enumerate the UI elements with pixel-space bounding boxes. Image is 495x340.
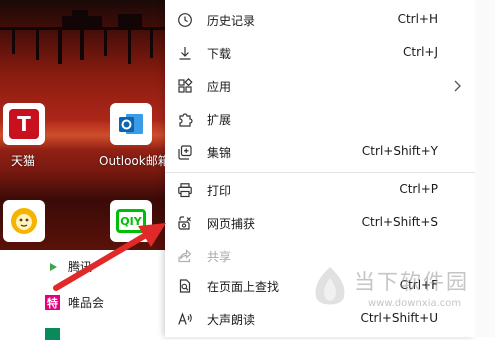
menu-item-extensions[interactable]: 扩展 bbox=[165, 102, 475, 136]
pier-silhouette bbox=[72, 10, 88, 17]
shortcut-iqiyi[interactable]: QIY bbox=[110, 200, 152, 242]
sidebar-link-vipshop[interactable]: 特 唯品会 bbox=[45, 294, 104, 311]
vipshop-icon: 特 bbox=[45, 295, 60, 310]
download-icon bbox=[179, 47, 191, 60]
shortcut-label: 天猫 bbox=[11, 154, 36, 168]
menu-item-shortcut: Ctrl+Shift+U bbox=[360, 311, 438, 325]
chevron-right-icon bbox=[454, 80, 461, 92]
menu-item-label: 扩展 bbox=[207, 113, 232, 127]
menu-item-label: 共享 bbox=[207, 250, 232, 264]
outlook-icon bbox=[119, 114, 143, 134]
web-capture-icon bbox=[178, 216, 191, 230]
menu-item-shortcut: Ctrl+H bbox=[397, 12, 438, 26]
pier-silhouette bbox=[104, 30, 107, 56]
menu-item-download[interactable]: 下载 Ctrl+J bbox=[165, 36, 475, 70]
menu-item-label: 应用 bbox=[207, 80, 232, 94]
pier-silhouette bbox=[80, 30, 84, 60]
menu-item-label: 下载 bbox=[207, 47, 232, 61]
shortcut-outlook[interactable] bbox=[110, 103, 152, 145]
menu-item-collections[interactable]: 集锦 Ctrl+Shift+Y bbox=[165, 135, 475, 169]
menu-item-label: 网页捕获 bbox=[207, 217, 256, 231]
sidebar-link-tencent[interactable]: 腾讯 bbox=[48, 258, 92, 275]
pier-silhouette bbox=[62, 16, 102, 27]
menu-item-label: 集锦 bbox=[207, 146, 232, 160]
menu-item-find[interactable]: 在页面上查找 Ctrl+F bbox=[165, 269, 475, 303]
menu-item-shortcut: Ctrl+J bbox=[403, 45, 438, 59]
read-aloud-icon bbox=[178, 312, 192, 325]
tencent-video-icon bbox=[50, 262, 57, 271]
tmall-icon: T bbox=[9, 109, 39, 139]
shortcut-suning[interactable] bbox=[3, 200, 45, 242]
pier-silhouette bbox=[58, 30, 62, 64]
menu-item-shortcut: Ctrl+Shift+Y bbox=[361, 144, 438, 158]
menu-item-web-capture[interactable]: 网页捕获 Ctrl+Shift+S bbox=[165, 206, 475, 240]
history-icon bbox=[178, 13, 192, 27]
extensions-icon bbox=[179, 113, 193, 127]
menu-item-label: 在页面上查找 bbox=[207, 280, 280, 294]
menu-item-shortcut: Ctrl+Shift+S bbox=[361, 215, 438, 229]
suning-lion-icon bbox=[11, 208, 37, 234]
iqiyi-icon: QIY bbox=[116, 209, 146, 233]
shortcut-tmall[interactable]: T bbox=[3, 103, 45, 145]
apps-icon bbox=[178, 78, 193, 93]
menu-item-apps[interactable]: 应用 bbox=[165, 69, 475, 103]
shortcut-label: Outlook邮箱 bbox=[99, 154, 170, 168]
menu-item-label: 大声朗读 bbox=[207, 313, 256, 327]
scrollbar-track[interactable] bbox=[475, 0, 495, 337]
pier-silhouette bbox=[12, 30, 15, 54]
menu-item-share[interactable]: 共享 bbox=[165, 239, 475, 273]
sidebar-link-partial[interactable] bbox=[45, 328, 60, 340]
menu-item-shortcut: Ctrl+F bbox=[399, 278, 438, 292]
pier-silhouette bbox=[150, 30, 153, 58]
pier-silhouette bbox=[36, 30, 39, 60]
pier-silhouette bbox=[128, 30, 131, 64]
print-icon bbox=[178, 183, 192, 198]
menu-item-label: 历史记录 bbox=[207, 14, 256, 28]
menu-item-history[interactable]: 历史记录 Ctrl+H bbox=[165, 3, 475, 37]
pier-silhouette bbox=[118, 14, 142, 27]
menu-item-print[interactable]: 打印 Ctrl+P bbox=[165, 173, 475, 207]
menu-item-read-aloud[interactable]: 大声朗读 Ctrl+Shift+U bbox=[165, 302, 475, 336]
partial-icon bbox=[45, 328, 60, 340]
menu-item-label: 打印 bbox=[207, 184, 232, 198]
browser-context-menu: 历史记录 Ctrl+H 下载 Ctrl+J 应用 扩展 集锦 Ctrl+Shif… bbox=[165, 0, 475, 337]
menu-item-shortcut: Ctrl+P bbox=[399, 182, 438, 196]
share-icon bbox=[178, 249, 192, 263]
find-icon bbox=[179, 279, 191, 293]
collections-icon bbox=[178, 145, 192, 160]
